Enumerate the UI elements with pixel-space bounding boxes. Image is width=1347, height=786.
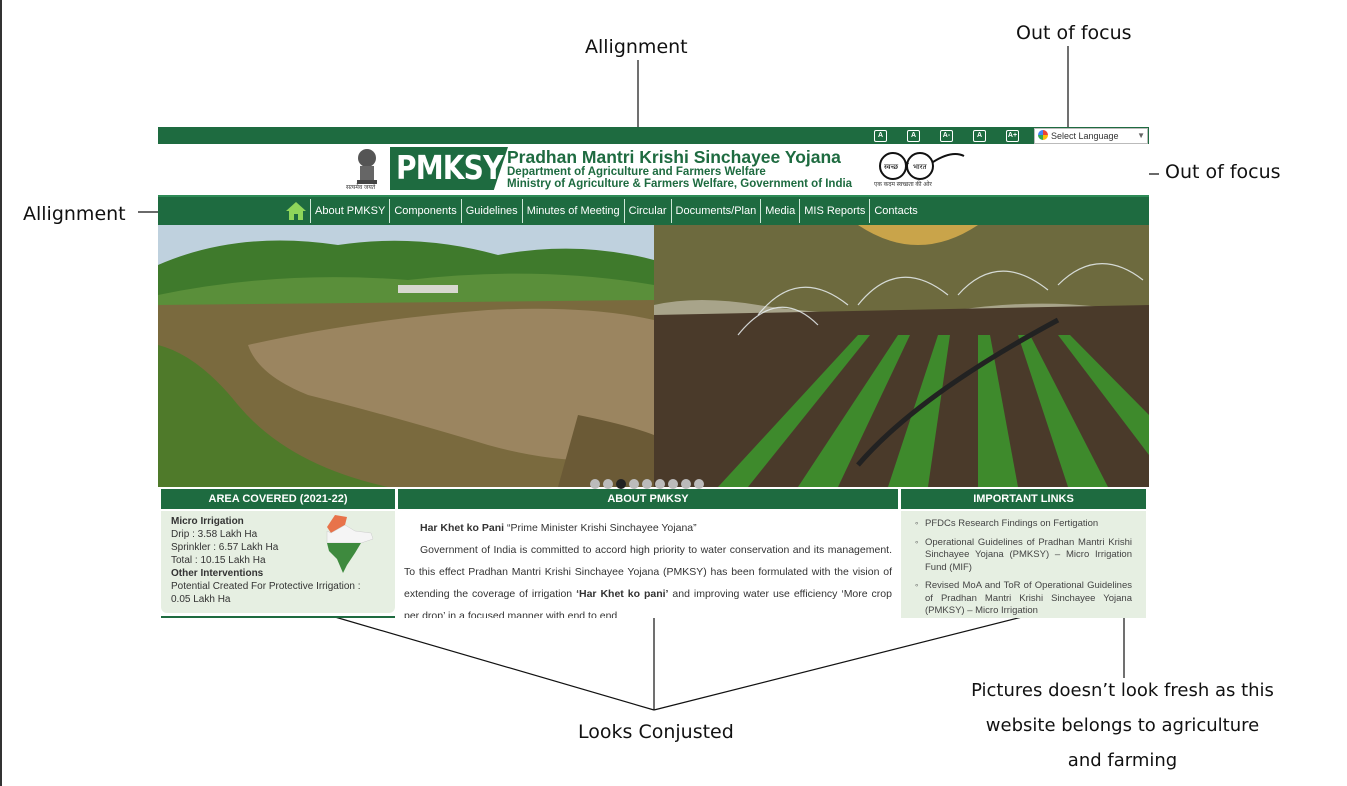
website-screenshot: A A A- A A+ Select Language ▼ सत्यमेव जय… xyxy=(158,127,1149,618)
about-paragraph: Government of India is committed to acco… xyxy=(398,539,898,618)
left-border xyxy=(0,0,2,786)
font-size-button-1[interactable]: A xyxy=(874,130,887,142)
nav-mis-reports[interactable]: MIS Reports xyxy=(799,199,869,223)
banner-carousel[interactable] xyxy=(158,225,1149,487)
site-header: सत्यमेव जयते PMKSY Pradhan Mantri Krishi… xyxy=(158,144,1149,194)
potential-value: 0.05 Lakh Ha xyxy=(171,594,231,605)
annotation-out-of-focus-right: Out of focus xyxy=(1165,161,1281,183)
font-increase-button[interactable]: A+ xyxy=(1006,130,1019,142)
annotation-conjusted: Looks Conjusted xyxy=(578,721,734,743)
language-select[interactable]: Select Language ▼ xyxy=(1034,128,1148,144)
nav-media[interactable]: Media xyxy=(760,199,799,223)
carousel-dot-7[interactable] xyxy=(668,479,678,489)
site-title: Pradhan Mantri Krishi Sinchayee Yojana xyxy=(507,147,841,167)
dropdown-arrow-icon: ▼ xyxy=(1137,131,1145,140)
about-tagline-bold: Har Khet ko Pani xyxy=(420,522,505,534)
nav-minutes-of-meeting[interactable]: Minutes of Meeting xyxy=(521,199,624,223)
carousel-dot-3[interactable] xyxy=(616,479,626,489)
carousel-dot-6[interactable] xyxy=(655,479,665,489)
carousel-dot-2[interactable] xyxy=(603,479,613,489)
font-decrease-button[interactable]: A- xyxy=(940,130,953,142)
potential-label: Potential Created For Protective Irrigat… xyxy=(171,581,361,592)
google-icon xyxy=(1038,130,1048,140)
important-links-heading: IMPORTANT LINKS xyxy=(901,489,1146,509)
carousel-dots xyxy=(590,479,704,489)
carousel-dot-4[interactable] xyxy=(629,479,639,489)
annotation-pictures-line2: website belongs to agriculture xyxy=(985,715,1260,736)
home-icon[interactable] xyxy=(282,199,310,223)
annotation-pictures: Pictures doesn’t look fresh as this webs… xyxy=(960,673,1285,778)
main-navigation: About PMKSY Components Guidelines Minute… xyxy=(158,195,1149,225)
important-link-3[interactable]: Revised MoA and ToR of Operational Guide… xyxy=(913,580,1132,618)
annotation-out-of-focus-top: Out of focus xyxy=(1016,22,1132,44)
site-subtitle-department: Department of Agriculture and Farmers We… xyxy=(507,166,766,178)
language-select-label: Select Language xyxy=(1051,131,1119,141)
annotation-pictures-line1: Pictures doesn’t look fresh as this xyxy=(971,680,1274,701)
banner-sprinkler-image xyxy=(654,225,1149,487)
swachh-caption: एक कदम स्वच्छता की ओर xyxy=(874,182,932,188)
carousel-dot-9[interactable] xyxy=(694,479,704,489)
pmksy-logo-text: PMKSY xyxy=(396,148,503,187)
emblem-caption: सत्यमेव जयते xyxy=(346,185,376,191)
font-reset-button[interactable]: A xyxy=(973,130,986,142)
swachh-right-text: भारत xyxy=(913,163,928,171)
important-link-1[interactable]: PFDCs Research Findings on Fertigation xyxy=(913,518,1132,531)
about-tagline: Har Khet ko Pani “Prime Minister Krishi … xyxy=(398,511,898,539)
area-covered-panel: Micro Irrigation Drip : 3.58 Lakh Ha Spr… xyxy=(161,511,395,613)
annotation-alignment-left: Allignment xyxy=(23,203,126,225)
nav-about-pmksy[interactable]: About PMKSY xyxy=(310,199,389,223)
nav-guidelines[interactable]: Guidelines xyxy=(460,199,522,223)
important-links-panel: PFDCs Research Findings on Fertigation O… xyxy=(901,511,1146,618)
carousel-dot-5[interactable] xyxy=(642,479,652,489)
swachh-left-text: स्वच्छ xyxy=(884,163,899,171)
india-map-icon xyxy=(326,515,374,573)
nav-circular[interactable]: Circular xyxy=(623,199,671,223)
site-subtitle-ministry: Ministry of Agriculture & Farmers Welfar… xyxy=(507,178,853,190)
carousel-dot-8[interactable] xyxy=(681,479,691,489)
top-utility-bar: A A A- A A+ Select Language ▼ xyxy=(158,127,1149,144)
nav-documents-plan[interactable]: Documents/Plan xyxy=(670,199,761,223)
nav-components[interactable]: Components xyxy=(389,199,460,223)
area-covered-heading: AREA COVERED (2021-22) xyxy=(161,489,395,509)
annotation-alignment-top: Allignment xyxy=(585,36,688,58)
banner-pond-image xyxy=(158,225,654,487)
important-link-2[interactable]: Operational Guidelines of Pradhan Mantri… xyxy=(913,537,1132,575)
nav-contacts[interactable]: Contacts xyxy=(869,199,921,223)
font-size-button-2[interactable]: A xyxy=(907,130,920,142)
area-covered-bottom-strip xyxy=(161,616,395,618)
carousel-dot-1[interactable] xyxy=(590,479,600,489)
annotation-pictures-line3: and farming xyxy=(1067,750,1178,771)
about-paragraph-bold: ‘Har Khet ko pani’ xyxy=(576,588,669,600)
about-heading: ABOUT PMKSY xyxy=(398,489,898,509)
about-tagline-rest: “Prime Minister Krishi Sinchayee Yojana” xyxy=(504,522,697,534)
about-panel: Har Khet ko Pani “Prime Minister Krishi … xyxy=(398,511,898,618)
